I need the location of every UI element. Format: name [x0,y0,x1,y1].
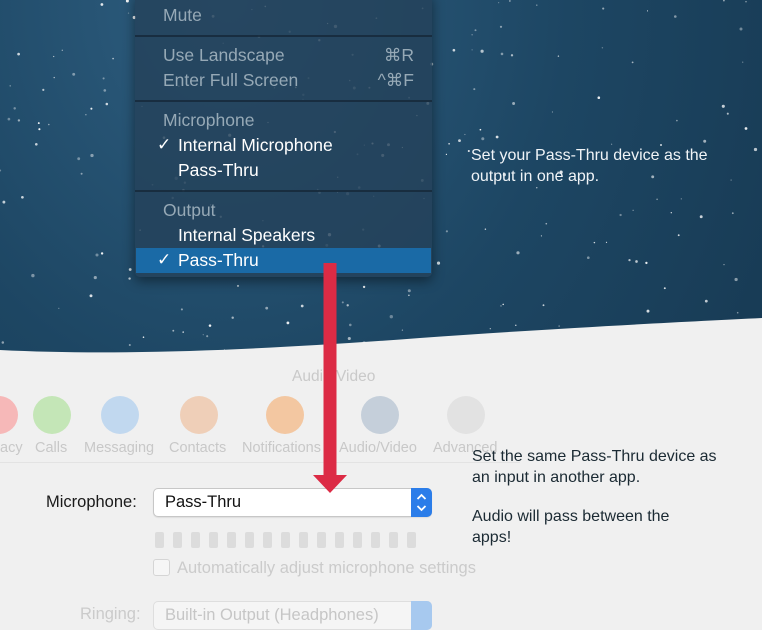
output-instruction-note: Set your Pass-Thru device as the output … [471,147,708,185]
input-instruction-note: Set the same Pass-Thru device as an inpu… [472,448,717,486]
audio-pass-note: Audio will pass between the apps! [472,508,670,546]
